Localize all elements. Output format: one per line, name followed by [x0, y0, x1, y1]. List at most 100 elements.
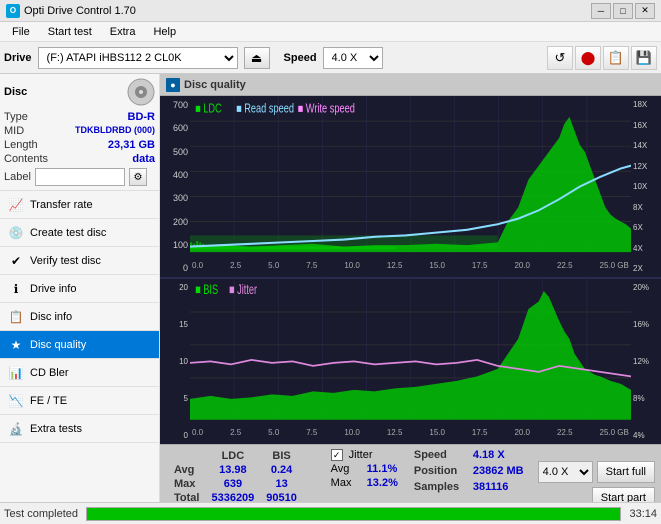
drive-label: Drive [4, 52, 32, 64]
copy-button[interactable]: 📋 [603, 46, 629, 70]
refresh-button[interactable]: ↺ [547, 46, 573, 70]
speed-label: Speed [284, 52, 317, 64]
fe-te-icon: 📉 [8, 393, 24, 409]
record-button[interactable]: ⬤ [575, 46, 601, 70]
speed-row: Speed 4.18 X [414, 449, 524, 461]
menubar: File Start test Extra Help [0, 22, 661, 42]
disc-title: Disc [4, 86, 27, 98]
chart1-wrapper: 7006005004003002001000 [160, 96, 661, 277]
disc-type-val: BD-R [128, 111, 156, 123]
jitter-label: Jitter [349, 449, 373, 461]
sidebar-item-verify-test-disc[interactable]: ✔ Verify test disc [0, 247, 159, 275]
menu-start-test[interactable]: Start test [40, 24, 100, 40]
jitter-max-row: Max 13.2% [331, 477, 398, 489]
disc-contents-val: data [132, 153, 155, 165]
cd-bler-icon: 📊 [8, 365, 24, 381]
toolbar-icons: ↺ ⬤ 📋 💾 [547, 46, 657, 70]
sidebar-item-cd-bler[interactable]: 📊 CD Bler [0, 359, 159, 387]
drive-info-icon: ℹ [8, 281, 24, 297]
minimize-button[interactable]: ─ [591, 3, 611, 19]
chart2-x-axis: 0.0 2.5 5.0 7.5 10.0 12.5 15.0 17.5 20.0… [190, 428, 631, 444]
max-ldc: 639 [205, 477, 260, 491]
max-bis: 13 [260, 477, 303, 491]
position-row: Position 23862 MB [414, 465, 524, 477]
eject-button[interactable]: ⏏ [244, 47, 270, 69]
sidebar-item-fe-te[interactable]: 📉 FE / TE [0, 387, 159, 415]
stats-row-avg: Avg 13.98 0.24 [168, 463, 303, 477]
disc-label-input[interactable] [35, 168, 125, 186]
svg-text:■ BIS: ■ BIS [195, 284, 218, 298]
sidebar-item-label: Drive info [30, 283, 76, 295]
jitter-header-row: ✓ Jitter [331, 449, 398, 461]
menu-extra[interactable]: Extra [102, 24, 144, 40]
menu-file[interactable]: File [4, 24, 38, 40]
status-text: Test completed [4, 508, 78, 520]
chart2-wrapper: 20151050 [160, 279, 661, 444]
svg-text:■ Write speed: ■ Write speed [298, 102, 355, 116]
chart1-main: ■ LDC ■ Read speed ■ Write speed 0.0 2.5… [190, 96, 631, 277]
jitter-avg-row: Avg 11.1% [331, 463, 398, 475]
disc-type-row: Type BD-R [4, 110, 155, 124]
speed-select[interactable]: 4.0 X [323, 47, 383, 69]
sidebar-item-label: Extra tests [30, 423, 82, 435]
col-bis: BIS [260, 449, 303, 463]
start-full-row: 4.0 X Start full [538, 461, 655, 483]
close-button[interactable]: ✕ [635, 3, 655, 19]
jitter-avg-label: Avg [331, 463, 361, 475]
disc-mid-row: MID TDKBLDRBD (000) [4, 124, 155, 138]
progress-bar-outer [86, 507, 621, 521]
sidebar-item-label: Verify test disc [30, 255, 101, 267]
status-time: 33:14 [629, 508, 657, 520]
maximize-button[interactable]: □ [613, 3, 633, 19]
disc-label-save-button[interactable]: ⚙ [129, 168, 147, 186]
app-icon: O [6, 4, 20, 18]
sidebar-item-label: Transfer rate [30, 199, 93, 211]
dq-title: Disc quality [184, 79, 246, 91]
main-layout: Disc Type BD-R MID TDKBLDRBD (000) Lengt… [0, 74, 661, 524]
sidebar-item-disc-quality[interactable]: ★ Disc quality [0, 331, 159, 359]
jitter-max-val: 13.2% [367, 477, 398, 489]
samples-row: Samples 381116 [414, 481, 524, 493]
charts-container: 7006005004003002001000 [160, 96, 661, 524]
sidebar: Disc Type BD-R MID TDKBLDRBD (000) Lengt… [0, 74, 160, 524]
create-test-disc-icon: 💿 [8, 225, 24, 241]
titlebar: O Opti Drive Control 1.70 ─ □ ✕ [0, 0, 661, 22]
verify-test-disc-icon: ✔ [8, 253, 24, 269]
sidebar-item-disc-info[interactable]: 📋 Disc info [0, 303, 159, 331]
position-val: 23862 MB [473, 465, 524, 477]
disc-info-icon: 📋 [8, 309, 24, 325]
start-full-button[interactable]: Start full [597, 461, 655, 483]
menu-help[interactable]: Help [145, 24, 184, 40]
sidebar-item-create-test-disc[interactable]: 💿 Create test disc [0, 219, 159, 247]
sidebar-item-extra-tests[interactable]: 🔬 Extra tests [0, 415, 159, 443]
sidebar-item-transfer-rate[interactable]: 📈 Transfer rate [0, 191, 159, 219]
jitter-avg-val: 11.1% [367, 463, 398, 475]
avg-ldc: 13.98 [205, 463, 260, 477]
chart2-y-right: 20%16%12%8%4% [631, 279, 661, 444]
speed-dropdown[interactable]: 4.0 X [538, 461, 593, 483]
drivebar: Drive (F:) ATAPI iHBS112 2 CL0K ⏏ Speed … [0, 42, 661, 74]
jitter-max-label: Max [331, 477, 361, 489]
dq-icon: ● [166, 78, 180, 92]
titlebar-left: O Opti Drive Control 1.70 [6, 4, 136, 18]
disc-length-val: 23,31 GB [108, 139, 155, 151]
disc-mid-val: TDKBLDRBD (000) [75, 125, 155, 137]
avg-bis: 0.24 [260, 463, 303, 477]
sidebar-item-label: Disc quality [30, 339, 86, 351]
chart1-svg: ■ LDC ■ Read speed ■ Write speed [190, 96, 631, 277]
disc-quality-header: ● Disc quality [160, 74, 661, 96]
svg-text:■ LDC: ■ LDC [195, 102, 222, 116]
sidebar-item-label: Create test disc [30, 227, 106, 239]
stats-row-max: Max 639 13 [168, 477, 303, 491]
save-button[interactable]: 💾 [631, 46, 657, 70]
jitter-checkbox[interactable]: ✓ [331, 449, 343, 461]
content-area: ● Disc quality 7006005004003002001000 [160, 74, 661, 524]
transfer-rate-icon: 📈 [8, 197, 24, 213]
disc-label-row: Label ⚙ [4, 168, 155, 186]
drive-select[interactable]: (F:) ATAPI iHBS112 2 CL0K [38, 47, 238, 69]
disc-icon [127, 78, 155, 106]
sidebar-item-label: FE / TE [30, 395, 67, 407]
disc-panel: Disc Type BD-R MID TDKBLDRBD (000) Lengt… [0, 74, 159, 191]
samples-val: 381116 [473, 481, 509, 493]
sidebar-item-drive-info[interactable]: ℹ Drive info [0, 275, 159, 303]
